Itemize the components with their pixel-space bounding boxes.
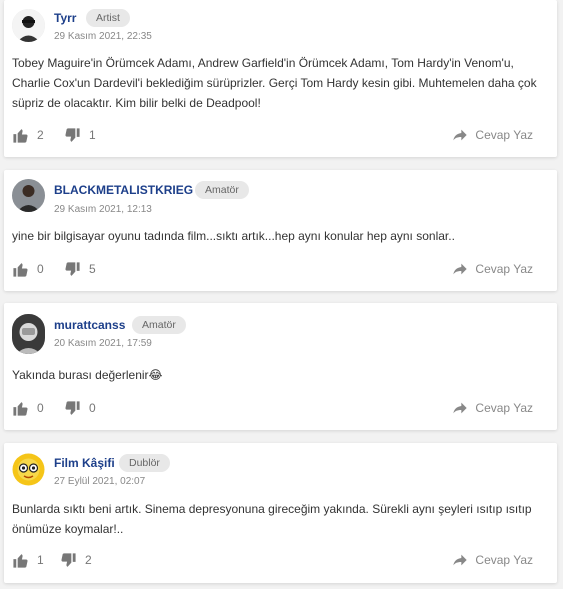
user-rank-badge: Amatör: [195, 181, 249, 199]
reply-label: Cevap Yaz: [475, 401, 533, 415]
username-link[interactable]: BLACKMETALISTKRIEG: [54, 183, 193, 197]
comment-date: 29 Kasım 2021, 12:13: [54, 204, 152, 215]
like-button[interactable]: 0: [12, 259, 44, 279]
comment-text: Yakında burası değerlenir😂: [12, 368, 163, 382]
dislike-button[interactable]: 1: [64, 125, 96, 145]
user-rank-badge: Dublör: [119, 454, 170, 472]
reply-button[interactable]: Cevap Yaz: [452, 259, 533, 279]
comment-date: 20 Kasım 2021, 17:59: [54, 338, 152, 349]
comment-date: 29 Kasım 2021, 22:35: [54, 31, 152, 42]
like-count: 0: [37, 262, 44, 276]
comment-card: Tyrr Artist 29 Kasım 2021, 22:35 Tobey M…: [4, 0, 557, 157]
comment-card: murattcanss Amatör 20 Kasım 2021, 17:59 …: [4, 303, 557, 430]
reply-button[interactable]: Cevap Yaz: [452, 550, 533, 570]
user-rank-badge: Artist: [86, 9, 130, 27]
comment-actions: 2 1 Cevap Yaz: [12, 125, 533, 145]
reply-button[interactable]: Cevap Yaz: [452, 125, 533, 145]
user-avatar-icon[interactable]: [12, 314, 45, 354]
like-button[interactable]: 0: [12, 398, 44, 418]
dislike-button[interactable]: 2: [60, 550, 92, 570]
comment-card: Film Kâşifi Dublör 27 Eylül 2021, 02:07 …: [4, 443, 557, 583]
comment-actions: 0 0 Cevap Yaz: [12, 398, 533, 418]
reply-label: Cevap Yaz: [475, 553, 533, 567]
dislike-count: 2: [85, 553, 92, 567]
reply-arrow-icon: [453, 554, 468, 566]
comment-text: yine bir bilgisayar oyunu tadında film..…: [12, 229, 455, 243]
comment-actions: 1 2 Cevap Yaz: [12, 550, 533, 570]
user-avatar-icon[interactable]: [12, 179, 45, 212]
thumbs-down-icon: [61, 552, 76, 567]
username-link[interactable]: Tyrr: [54, 11, 76, 25]
thumbs-up-icon: [13, 553, 28, 568]
like-count: 1: [37, 553, 44, 567]
user-avatar-icon[interactable]: [12, 453, 45, 486]
dislike-count: 1: [89, 128, 96, 142]
thumbs-up-icon: [13, 262, 28, 277]
comment-date: 27 Eylül 2021, 02:07: [54, 476, 146, 487]
dislike-button[interactable]: 5: [64, 259, 96, 279]
like-button[interactable]: 1: [12, 550, 44, 570]
user-rank-badge: Amatör: [132, 316, 186, 334]
thumbs-down-icon: [65, 400, 80, 415]
comment-text: Bunlarda sıktı beni artık. Sinema depres…: [12, 502, 532, 536]
comment-actions: 0 5 Cevap Yaz: [12, 259, 533, 279]
username-link[interactable]: Film Kâşifi: [54, 456, 115, 470]
like-count: 0: [37, 401, 44, 415]
dislike-count: 5: [89, 262, 96, 276]
reply-arrow-icon: [453, 129, 468, 141]
dislike-button[interactable]: 0: [64, 398, 96, 418]
user-avatar-icon[interactable]: [12, 9, 45, 42]
reply-arrow-icon: [453, 402, 468, 414]
username-link[interactable]: murattcanss: [54, 318, 125, 332]
thumbs-up-icon: [13, 128, 28, 143]
dislike-count: 0: [89, 401, 96, 415]
comment-card: BLACKMETALISTKRIEG Amatör 29 Kasım 2021,…: [4, 170, 557, 291]
thumbs-down-icon: [65, 261, 80, 276]
reply-button[interactable]: Cevap Yaz: [452, 398, 533, 418]
like-count: 2: [37, 128, 44, 142]
thumbs-down-icon: [65, 127, 80, 142]
comment-text: Tobey Maguire'in Örümcek Adamı, Andrew G…: [12, 56, 537, 110]
reply-arrow-icon: [453, 263, 468, 275]
reply-label: Cevap Yaz: [475, 128, 533, 142]
reply-label: Cevap Yaz: [475, 262, 533, 276]
like-button[interactable]: 2: [12, 125, 44, 145]
thumbs-up-icon: [13, 401, 28, 416]
